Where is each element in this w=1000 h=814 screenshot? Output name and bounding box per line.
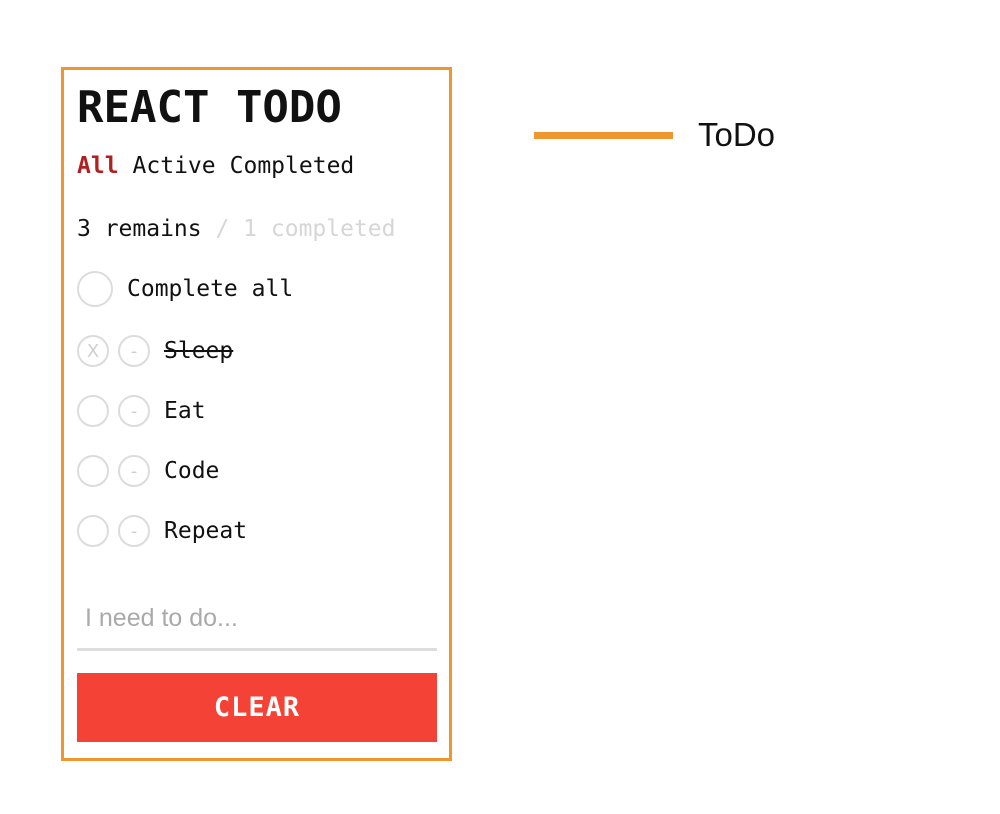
todo-label[interactable]: Repeat — [164, 518, 247, 544]
todo-app: REACT TODO All Active Completed 3 remains … — [61, 67, 452, 761]
todo-remove-button[interactable]: - — [118, 395, 150, 427]
filter-bar: All Active Completed — [77, 152, 368, 180]
remains-count: 3 remains — [77, 216, 202, 242]
todo-item: X - Sleep — [77, 333, 233, 369]
todo-label[interactable]: Sleep — [164, 338, 233, 364]
complete-all-toggle[interactable] — [77, 271, 113, 307]
filter-completed[interactable]: Completed — [230, 153, 355, 179]
todo-item: - Eat — [77, 393, 206, 429]
clear-button[interactable]: CLEAR — [77, 673, 437, 742]
todo-toggle[interactable] — [77, 455, 109, 487]
todo-remove-button[interactable]: - — [118, 455, 150, 487]
todo-label[interactable]: Code — [164, 458, 219, 484]
legend-swatch — [534, 131, 673, 139]
todo-item: - Code — [77, 453, 219, 489]
complete-all-row: Complete all — [77, 271, 293, 307]
new-todo-input[interactable] — [77, 590, 437, 646]
todo-remove-button[interactable]: - — [118, 515, 150, 547]
todo-item: - Repeat — [77, 513, 247, 549]
legend: ToDo — [534, 116, 775, 154]
todo-remove-button[interactable]: - — [118, 335, 150, 367]
new-todo-field-wrap — [77, 590, 437, 651]
filter-all[interactable]: All — [77, 153, 119, 179]
todo-toggle[interactable] — [77, 515, 109, 547]
completed-count: / 1 completed — [215, 216, 396, 242]
app-title: REACT TODO — [77, 82, 342, 133]
todo-toggle[interactable]: X — [77, 335, 109, 367]
complete-all-label: Complete all — [127, 276, 294, 302]
filter-active[interactable]: Active — [133, 153, 216, 179]
legend-label: ToDo — [698, 116, 776, 153]
todo-label[interactable]: Eat — [164, 398, 206, 424]
todo-counts: 3 remains / 1 completed — [77, 215, 396, 243]
todo-toggle[interactable] — [77, 395, 109, 427]
